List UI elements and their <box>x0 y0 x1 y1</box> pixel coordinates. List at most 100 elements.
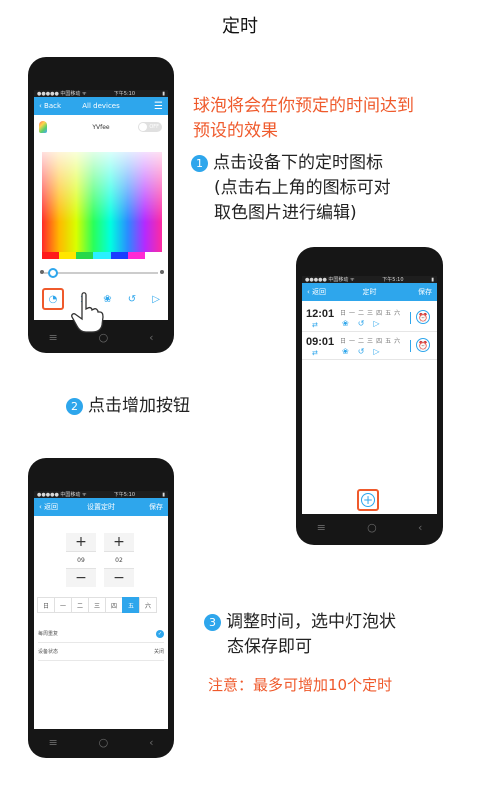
weekday-label: 六 <box>394 310 401 317</box>
alarm-clock-icon[interactable]: ⏰ <box>416 338 430 352</box>
step2-label: 点击增加按钮 <box>88 396 190 416</box>
save-button[interactable]: 保存 <box>149 502 163 512</box>
weekday-selector: 日一二三四五六 <box>37 597 157 613</box>
power-toggle[interactable]: OFF <box>138 122 162 132</box>
plus-circle-icon: + <box>361 493 375 507</box>
weekday-label: 一 <box>349 310 356 317</box>
back-button[interactable]: ‹ 返回 <box>39 502 58 512</box>
device-state-label: 设备状态 <box>38 649 59 655</box>
nav-menu-key[interactable]: ≡ <box>48 331 57 344</box>
color-mix-icon[interactable]: ❀ <box>103 294 111 305</box>
weekday-button[interactable]: 二 <box>71 597 89 613</box>
checkmark-icon[interactable]: ✓ <box>156 629 164 638</box>
brightness-slider-track[interactable] <box>44 272 158 274</box>
nav-menu-key[interactable]: ≡ <box>48 736 57 749</box>
step3-number-badge: 3 <box>204 614 221 631</box>
timer-days: 日一二三四五六 <box>340 336 400 345</box>
minute-stepper: + 02 − <box>104 533 134 587</box>
timer-effect-icons: ❀ ↺ ▷ <box>342 319 380 328</box>
hour-increment-button[interactable]: + <box>66 533 96 551</box>
hour-stepper: + 09 − <box>66 533 96 587</box>
device-state-value: 关闭 <box>153 649 164 655</box>
color-swatch[interactable] <box>59 252 77 259</box>
color-swatch[interactable] <box>42 252 60 259</box>
step1-text: 1 点击设备下的定时图标 (点击右上角的图标可对 取色图片进行编辑) <box>191 151 391 226</box>
repeat-icon: ⇄ <box>312 349 318 357</box>
nav-back-key[interactable]: ‹ <box>149 736 153 749</box>
back-button[interactable]: ‹ 返回 <box>307 287 326 297</box>
timer-button-highlight[interactable]: ◔ <box>42 288 65 310</box>
weekday-button[interactable]: 四 <box>105 597 123 613</box>
note-text: 注意：最多可增加10个定时 <box>208 676 393 694</box>
weekday-label: 日 <box>340 338 347 345</box>
battery-icon: ▮ <box>431 276 434 283</box>
carrier-label: ●●●●● 中国移动 ᯤ <box>305 277 355 283</box>
app-bar: ‹ 返回 设置定时 保存 <box>34 498 168 516</box>
back-label: 返回 <box>312 288 327 296</box>
device-row[interactable]: YVfee OFF <box>34 116 168 138</box>
weekday-button[interactable]: 三 <box>88 597 106 613</box>
minute-value: 02 <box>104 551 134 569</box>
repeat-row[interactable]: 每周重复 ✓ <box>38 625 164 643</box>
color-swatches[interactable] <box>42 252 162 259</box>
weekday-button[interactable]: 日 <box>37 597 55 613</box>
back-label: 返回 <box>44 503 59 511</box>
weekday-label: 日 <box>340 310 347 317</box>
color-swatch[interactable] <box>93 252 111 259</box>
color-swatch[interactable] <box>76 252 94 259</box>
repeat-label: 每周重复 <box>38 631 59 637</box>
weekday-button[interactable]: 五 <box>122 597 140 613</box>
intro-line-2: 预设的效果 <box>193 121 278 141</box>
timer-time: 09:01 <box>306 336 335 348</box>
back-label: Back <box>44 102 62 110</box>
android-nav-keys: ≡ ○ ‹ <box>28 730 174 754</box>
weekday-label: 六 <box>394 338 401 345</box>
device-state-row[interactable]: 设备状态 关闭 <box>38 643 164 661</box>
color-swatch[interactable] <box>144 252 162 259</box>
color-swatch[interactable] <box>110 252 128 259</box>
clock-label: 下午5:10 <box>113 91 136 97</box>
history-icon[interactable]: ↺ <box>128 294 136 305</box>
nav-home-key[interactable]: ○ <box>99 736 109 749</box>
nav-home-key[interactable]: ○ <box>99 331 109 344</box>
minute-decrement-button[interactable]: − <box>104 569 134 587</box>
toggle-label: OFF <box>149 124 159 130</box>
menu-icon[interactable]: ☰ <box>154 101 163 112</box>
hour-decrement-button[interactable]: − <box>66 569 96 587</box>
intro-text: 球泡将会在你预定的时间达到 预设的效果 <box>193 94 414 144</box>
minute-increment-button[interactable]: + <box>104 533 134 551</box>
timer-effect-icons: ❀ ↺ ▷ <box>342 347 380 356</box>
nav-back-key[interactable]: ‹ <box>149 331 153 344</box>
back-button[interactable]: ‹ Back <box>39 102 61 110</box>
android-nav-keys: ≡ ○ ‹ <box>28 327 174 347</box>
phone-device-list: ●●●●● 中国移动 ᯤ 下午5:10 ▮ ‹ Back All devices… <box>28 57 174 353</box>
intro-line-1: 球泡将会在你预定的时间达到 <box>193 96 414 116</box>
alarm-clock-icon[interactable]: ⏰ <box>416 310 430 324</box>
carrier-label: ●●●●● 中国移动 ᯤ <box>37 91 87 97</box>
weekday-label: 五 <box>385 338 392 345</box>
weekday-button[interactable]: 一 <box>54 597 72 613</box>
divider <box>410 340 411 352</box>
add-timer-button[interactable]: + <box>357 489 379 511</box>
timer-icon: ◔ <box>48 293 58 305</box>
step1-line-3: 取色图片进行编辑) <box>214 203 357 223</box>
color-picker[interactable] <box>42 152 162 252</box>
divider <box>410 312 411 324</box>
save-button[interactable]: 保存 <box>418 287 432 297</box>
play-icon[interactable]: ▷ <box>152 294 160 305</box>
timer-days: 日一二三四五六 <box>340 308 400 317</box>
step1-line-1: 点击设备下的定时图标 <box>213 153 383 173</box>
color-swatch[interactable] <box>127 252 145 259</box>
brightness-slider-knob[interactable] <box>48 268 58 278</box>
phone3-screen: ●●●●● 中国移动 ᯤ 下午5:10 ▮ ‹ 返回 设置定时 保存 + 09 … <box>34 491 168 729</box>
step2-text: 2 点击增加按钮 <box>66 394 190 419</box>
timer-row[interactable]: 12:01 ⇄ 日一二三四五六 ❀ ↺ ▷ ⏰ <box>302 304 437 332</box>
timer-row[interactable]: 09:01 ⇄ 日一二三四五六 ❀ ↺ ▷ ⏰ <box>302 332 437 360</box>
clock-label: 下午5:10 <box>113 492 136 498</box>
nav-back-key[interactable]: ‹ <box>418 521 422 534</box>
phone-timer-list: ●●●●● 中国移动 ᯤ 下午5:10 ▮ ‹ 返回 定时 保存 12:01 ⇄ 日… <box>296 247 443 545</box>
nav-home-key[interactable]: ○ <box>367 521 377 534</box>
app-bar: ‹ 返回 定时 保存 <box>302 283 437 301</box>
weekday-button[interactable]: 六 <box>139 597 157 613</box>
nav-menu-key[interactable]: ≡ <box>317 521 326 534</box>
